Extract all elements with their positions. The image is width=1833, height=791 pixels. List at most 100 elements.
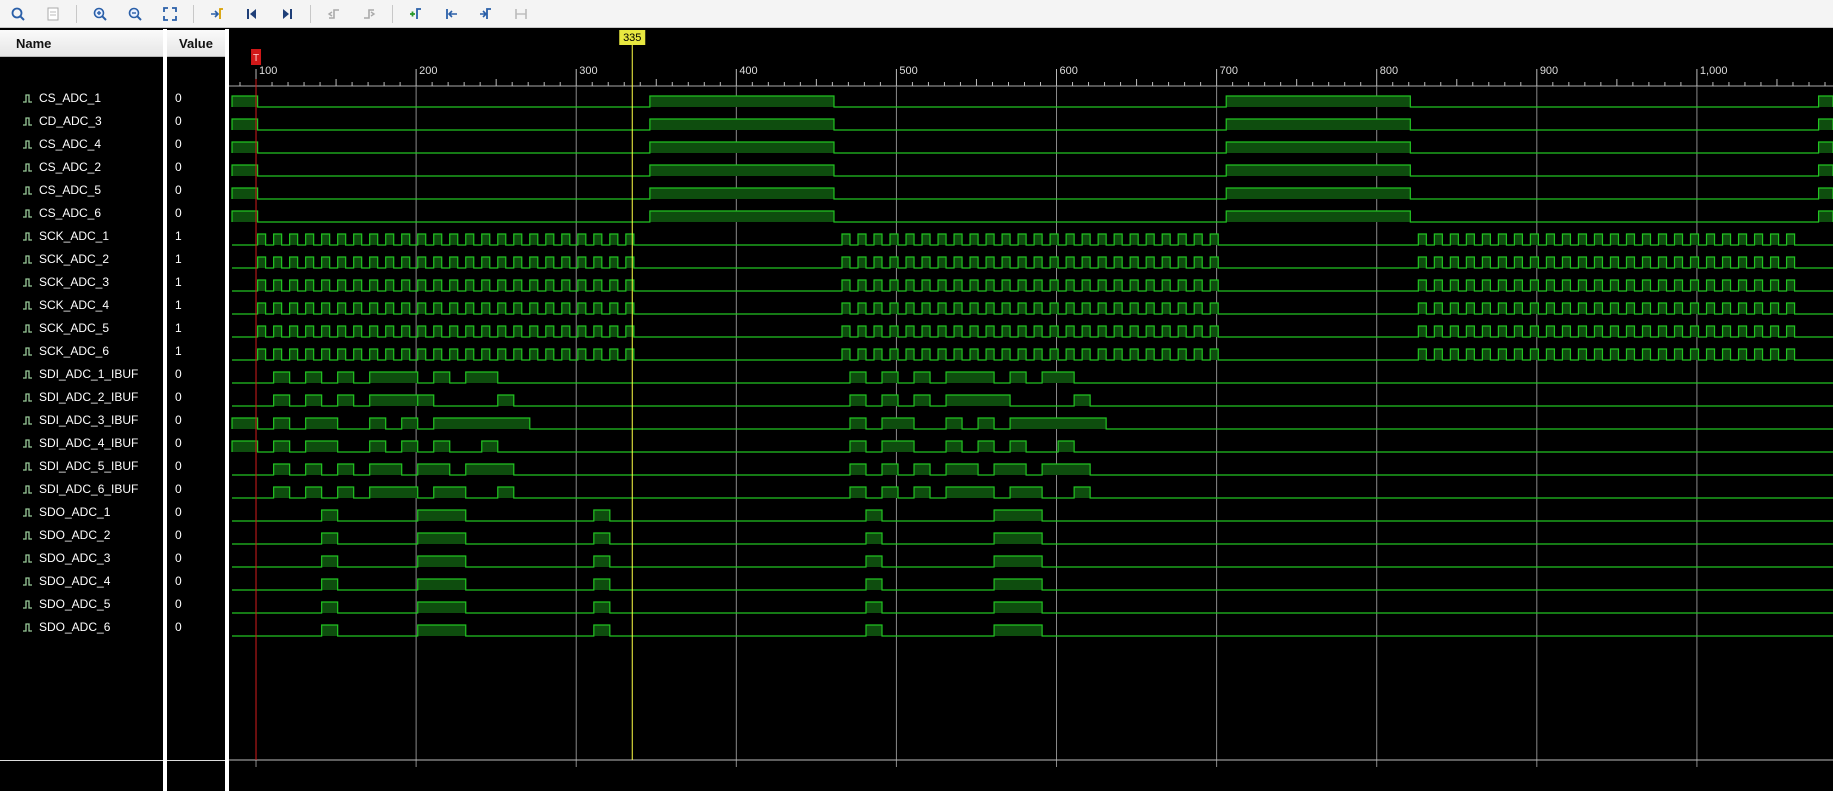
signal-name[interactable]: SDI_ADC_3_IBUF [22, 410, 138, 430]
signal-name-label: CD_ADC_3 [39, 114, 102, 128]
signal-name[interactable]: SDI_ADC_6_IBUF [22, 479, 138, 499]
signal-name[interactable]: SDO_ADC_3 [22, 548, 110, 568]
waveform-sdo-adc-4-fill [321, 579, 1043, 590]
signal-name[interactable]: SDO_ADC_6 [22, 617, 110, 637]
waveform-sdi-adc-6-ibuf-fill [273, 487, 1091, 498]
signal-name[interactable]: SCK_ADC_4 [22, 295, 109, 315]
signal-name-label: CS_ADC_5 [39, 183, 102, 197]
signal-value: 0 [175, 183, 182, 197]
ruler-tick-label: 700 [1220, 65, 1238, 77]
ruler-tick-label: 200 [419, 65, 437, 77]
search-button[interactable] [6, 3, 30, 25]
signal-name[interactable]: CS_ADC_6 [22, 203, 101, 223]
next-marker-icon [480, 7, 491, 19]
waveform-cs-adc-1 [231, 95, 1833, 108]
waveform-sdo-adc-3-fill [321, 556, 1043, 567]
name-column-header[interactable]: Name [0, 30, 163, 57]
add-marker-button[interactable] [404, 3, 428, 25]
signal-value: 0 [175, 367, 182, 381]
zoom-in-button[interactable] [88, 3, 112, 25]
ruler-tick-label: 600 [1060, 65, 1078, 77]
signal-icon [23, 623, 32, 632]
previous-marker-button[interactable] [439, 3, 463, 25]
signal-value: 1 [175, 229, 182, 243]
signal-name[interactable]: SCK_ADC_6 [22, 341, 109, 361]
signal-icon [23, 531, 32, 540]
ruler-tick-label: 400 [739, 65, 757, 77]
waveform-sdi-adc-5-ibuf-fill [273, 464, 1091, 475]
signal-value: 0 [175, 413, 182, 427]
ruler-tick-label: 800 [1380, 65, 1398, 77]
signal-name[interactable]: SCK_ADC_2 [22, 249, 109, 269]
signal-name[interactable]: SDI_ADC_2_IBUF [22, 387, 138, 407]
value-panel-divider [167, 760, 225, 761]
waveform-cs-adc-5 [231, 187, 1833, 200]
ruler-tick-label: 300 [579, 65, 597, 77]
signal-icon [23, 232, 32, 241]
previous-transition-icon [327, 8, 339, 19]
time-cursor-label: 335 [623, 32, 641, 44]
zoom-out-icon [128, 7, 142, 21]
signal-name[interactable]: SDI_ADC_5_IBUF [22, 456, 138, 476]
signal-name[interactable]: CS_ADC_1 [22, 88, 101, 108]
signal-name[interactable]: SDO_ADC_1 [22, 502, 110, 522]
name-panel-divider [0, 760, 163, 761]
signal-name-label: SDO_ADC_5 [39, 597, 111, 611]
signal-name-label: CS_ADC_6 [39, 206, 102, 220]
next-marker-button[interactable] [474, 3, 498, 25]
go-to-cursor-button[interactable] [205, 3, 229, 25]
name-value-splitter[interactable] [163, 29, 167, 791]
signal-icon [23, 370, 32, 379]
go-to-end-button[interactable] [275, 3, 299, 25]
go-to-start-button[interactable] [240, 3, 264, 25]
signal-icon [23, 209, 32, 218]
zoom-fit-button[interactable] [158, 3, 182, 25]
signal-name[interactable]: SCK_ADC_1 [22, 226, 109, 246]
signal-name[interactable]: CS_ADC_4 [22, 134, 101, 154]
waveform-cs-adc-4 [231, 141, 1833, 154]
waveform-cs-adc-2-fill [232, 165, 1833, 176]
signal-name[interactable]: SDI_ADC_1_IBUF [22, 364, 138, 384]
waveform-sdo-adc-2-fill [321, 533, 1043, 544]
waveform-cs-adc-2 [231, 164, 1833, 177]
signal-value: 0 [175, 482, 182, 496]
signal-name-label: SDI_ADC_5_IBUF [39, 459, 139, 473]
search-icon [11, 7, 25, 21]
signal-name-label: SCK_ADC_3 [39, 275, 110, 289]
signal-name-label: SDI_ADC_1_IBUF [39, 367, 139, 381]
signal-icon [23, 416, 32, 425]
previous-transition-button[interactable] [322, 3, 346, 25]
save-icon [47, 7, 59, 20]
next-transition-button[interactable] [357, 3, 381, 25]
signal-value: 1 [175, 298, 182, 312]
signal-name[interactable]: SCK_ADC_5 [22, 318, 109, 338]
signal-value: 0 [175, 528, 182, 542]
signal-name-label: SDO_ADC_2 [39, 528, 111, 542]
signal-name[interactable]: SDI_ADC_4_IBUF [22, 433, 138, 453]
swap-cursors-button[interactable] [509, 3, 533, 25]
signal-name-label: SDI_ADC_2_IBUF [39, 390, 139, 404]
signal-name[interactable]: SDO_ADC_5 [22, 594, 110, 614]
signal-name[interactable]: CS_ADC_2 [22, 157, 101, 177]
signal-name[interactable]: SDO_ADC_2 [22, 525, 110, 545]
signal-icon [23, 577, 32, 586]
toolbar-separator [392, 4, 393, 23]
save-button[interactable] [41, 3, 65, 25]
signal-value: 0 [175, 114, 182, 128]
waveform-sdi-adc-2-ibuf [232, 394, 1833, 407]
value-column-header[interactable]: Value [167, 30, 225, 57]
zoom-out-button[interactable] [123, 3, 147, 25]
signal-name-label: SDO_ADC_1 [39, 505, 111, 519]
signal-name[interactable]: SDO_ADC_4 [22, 571, 110, 591]
signal-icon [23, 301, 32, 310]
signal-name[interactable]: CD_ADC_3 [22, 111, 102, 131]
signal-icon [23, 140, 32, 149]
waveform-sdo-adc-1-fill [321, 510, 1043, 521]
signal-name[interactable]: CS_ADC_5 [22, 180, 101, 200]
signal-name-label: CS_ADC_2 [39, 160, 102, 174]
waveform-canvas[interactable]: 100 200 300 400 500 600 700 800 900 1,000 T 335 [229, 29, 1833, 791]
toolbar [0, 0, 1833, 28]
signal-icon [23, 347, 32, 356]
previous-marker-icon [446, 8, 457, 19]
signal-name[interactable]: SCK_ADC_3 [22, 272, 109, 292]
